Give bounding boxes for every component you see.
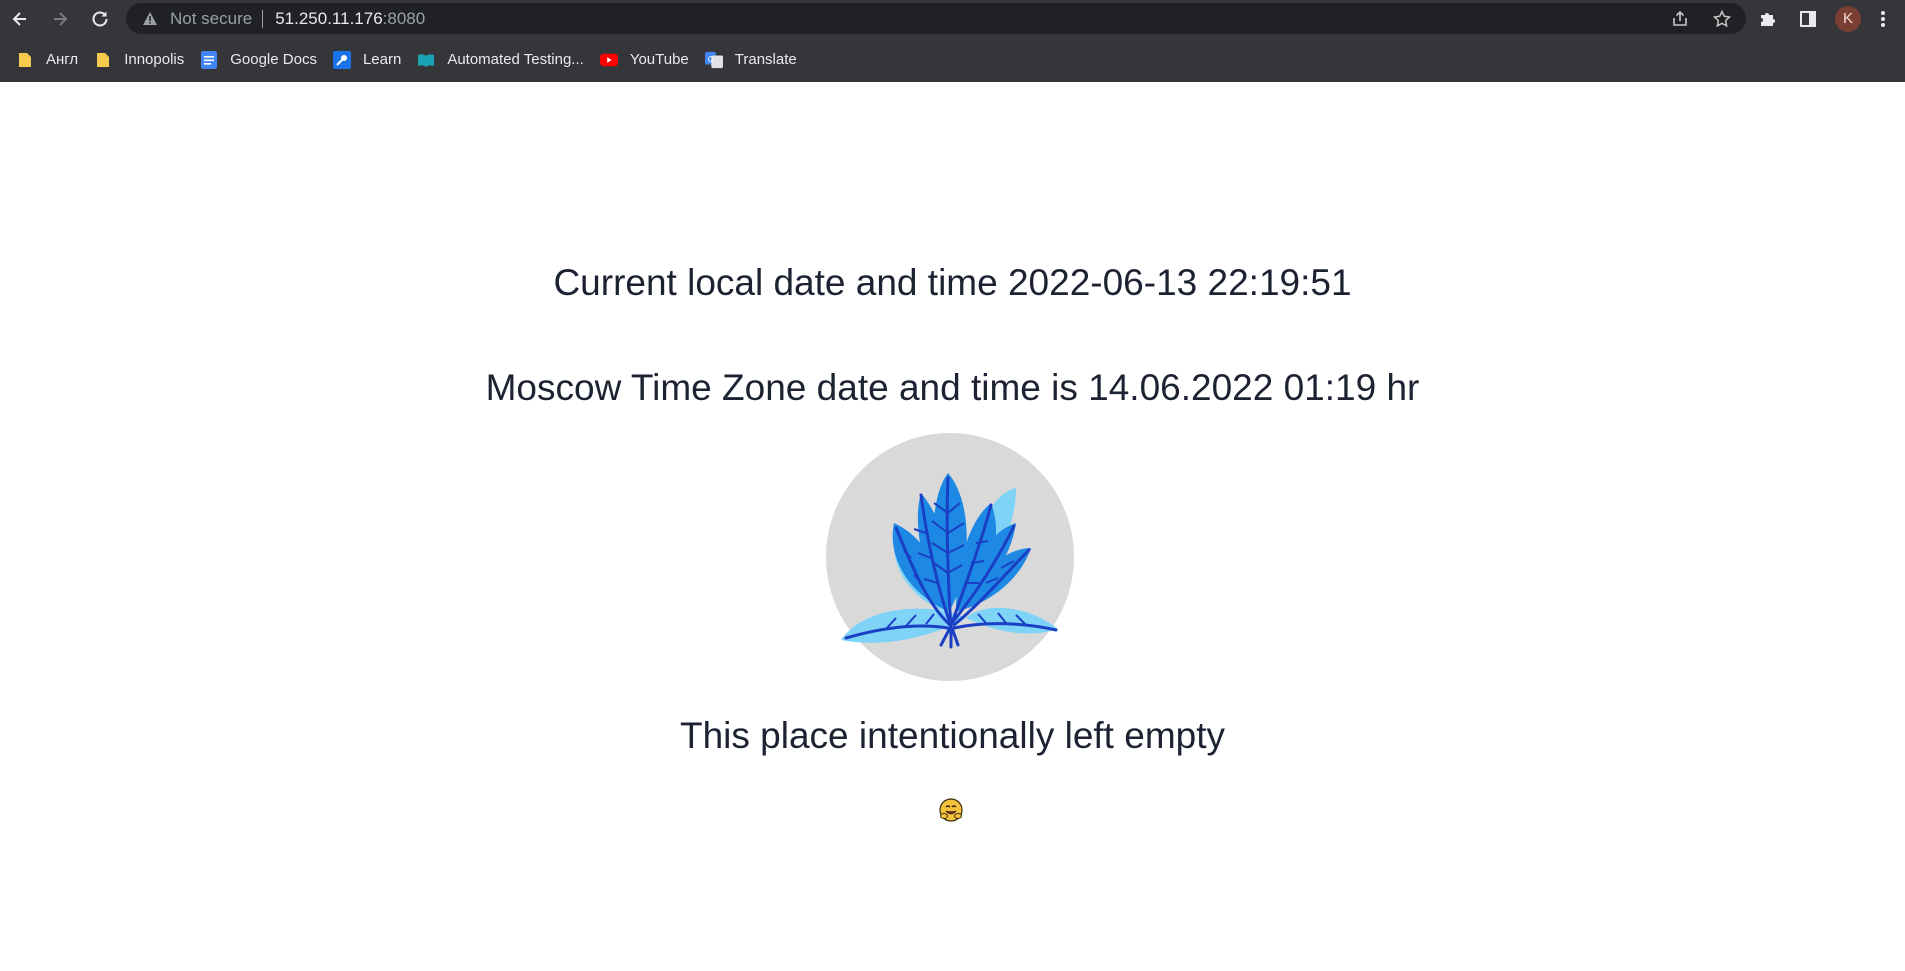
url-port[interactable]: :8080	[383, 9, 426, 29]
folder-icon	[94, 51, 112, 69]
bookmark-automated-testing[interactable]: Automated Testing...	[409, 46, 591, 74]
moscow-time-heading: Moscow Time Zone date and time is 14.06.…	[485, 367, 1420, 408]
bookmark-label: Innopolis	[124, 51, 185, 68]
browser-toolbar: Not secure 51.250.11.176:8080 K	[0, 0, 1905, 37]
bookmark-label: Google Docs	[230, 51, 317, 68]
warning-triangle-icon[interactable]	[140, 9, 160, 29]
toolbar-right: K	[1748, 0, 1898, 37]
share-icon[interactable]	[1668, 7, 1692, 31]
google-translate-icon: G	[704, 51, 723, 69]
bookmark-angl[interactable]: Англ	[8, 46, 86, 74]
bookmark-label: Англ	[46, 51, 79, 68]
forward-button[interactable]	[40, 0, 80, 37]
arrow-right-icon	[54, 11, 68, 26]
folder-icon	[16, 51, 34, 69]
reload-button[interactable]	[80, 0, 120, 37]
side-panel-icon[interactable]	[1788, 0, 1828, 37]
back-button[interactable]	[0, 0, 40, 37]
bookmark-label: Translate	[734, 51, 797, 68]
bookmark-innopolis[interactable]: Innopolis	[86, 46, 192, 74]
bookmark-star-icon[interactable]	[1710, 7, 1734, 31]
address-separator	[262, 9, 264, 28]
bookmark-label: YouTube	[629, 51, 689, 68]
bookmark-translate[interactable]: G Translate	[697, 46, 805, 74]
local-time-heading: Current local date and time 2022-06-13 2…	[553, 262, 1352, 303]
bookmark-learn[interactable]: Learn	[325, 46, 409, 74]
empty-place-heading: This place intentionally left empty	[680, 715, 1225, 756]
plant-image	[826, 433, 1074, 681]
bookmark-youtube[interactable]: YouTube	[592, 46, 697, 74]
hugging-face-emoji-icon	[938, 797, 964, 823]
bookmark-label: Automated Testing...	[447, 51, 584, 68]
reload-icon	[92, 10, 108, 26]
profile-avatar[interactable]: K	[1835, 5, 1861, 32]
arrow-left-icon	[12, 11, 26, 26]
youtube-icon	[599, 51, 618, 69]
address-bar-actions	[1668, 3, 1734, 34]
page-content: Current local date and time 2022-06-13 2…	[0, 82, 1905, 971]
bookmarks-bar: Англ Innopolis Google Docs Learn Automat…	[0, 37, 1905, 82]
bookmark-label: Learn	[362, 51, 402, 68]
bookmark-google-docs[interactable]: Google Docs	[192, 46, 325, 74]
security-status-label[interactable]: Not secure	[170, 9, 252, 29]
key-icon	[332, 50, 351, 69]
svg-text:G: G	[707, 53, 713, 63]
menu-kebab-icon[interactable]	[1868, 0, 1898, 37]
book-icon	[417, 51, 435, 69]
google-docs-icon	[200, 50, 218, 69]
url-host[interactable]: 51.250.11.176	[275, 9, 382, 29]
extensions-puzzle-icon[interactable]	[1748, 0, 1788, 37]
address-bar[interactable]: Not secure 51.250.11.176:8080	[126, 3, 1746, 34]
